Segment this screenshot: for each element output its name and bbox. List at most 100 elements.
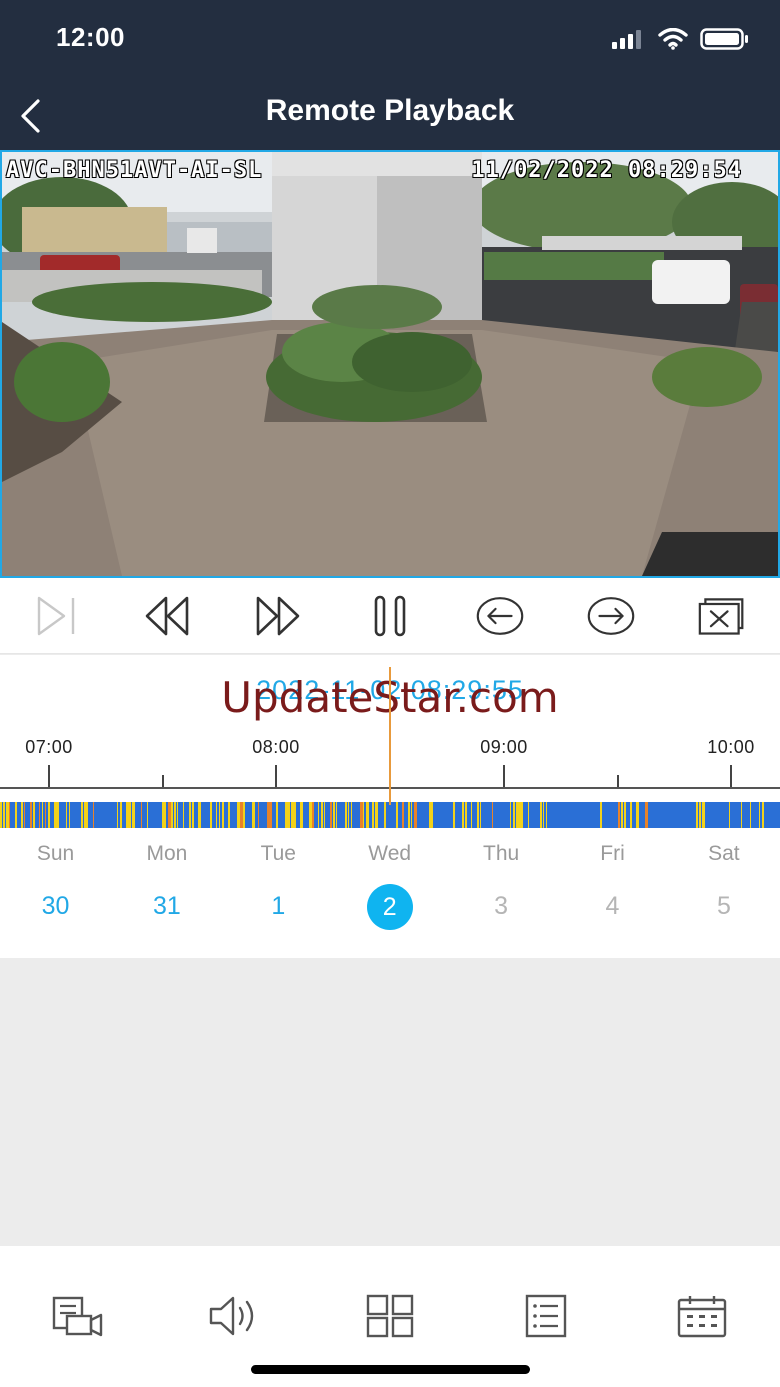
step-forward-icon	[37, 596, 75, 636]
fast-forward-icon	[256, 596, 300, 636]
recording-event-mark	[330, 802, 332, 828]
recording-event-mark	[321, 802, 323, 828]
list-icon	[525, 1294, 567, 1338]
recording-event-mark	[174, 802, 176, 828]
pause-button[interactable]	[366, 592, 414, 640]
video-player[interactable]: AVC-BHN51AVT-AI-SL 11/02/2022 08:29:54	[0, 150, 780, 578]
day-number[interactable]: 4	[557, 892, 668, 921]
playhead[interactable]	[389, 667, 391, 805]
recording-event-mark	[9, 802, 10, 828]
recording-event-mark	[276, 802, 278, 828]
day-name: Thu	[483, 842, 520, 865]
timeline[interactable]: 2022-11-02 08:29:55 UpdateStar.com 07:00…	[0, 655, 780, 845]
recording-event-mark	[432, 802, 433, 828]
recording-event-mark	[237, 802, 240, 828]
recording-event-mark	[345, 802, 347, 828]
minor-tick	[617, 775, 619, 787]
recording-event-mark	[39, 802, 40, 828]
recording-event-mark	[333, 802, 335, 828]
recording-event-mark	[288, 802, 290, 828]
calendar-icon	[677, 1296, 727, 1338]
recording-event-mark	[216, 802, 217, 828]
rewind-button[interactable]	[143, 592, 191, 640]
status-time: 12:00	[56, 22, 125, 52]
recording-event-mark	[198, 802, 201, 828]
recording-event-mark	[519, 802, 522, 828]
recording-event-mark	[699, 802, 701, 828]
previous-button[interactable]	[476, 592, 524, 640]
recording-event-mark	[300, 802, 303, 828]
day-name: Mon	[146, 842, 188, 865]
recording-event-mark	[636, 802, 639, 828]
day-name: Sun	[36, 842, 75, 865]
minor-tick	[162, 775, 164, 787]
recording-event-mark	[183, 802, 184, 828]
recording-event-mark	[87, 802, 88, 828]
next-button[interactable]	[587, 592, 635, 640]
recording-event-mark	[291, 802, 294, 828]
recording-event-mark	[219, 802, 220, 828]
recording-event-mark	[759, 802, 760, 828]
app-header: 12:00 Remote Playback	[0, 0, 780, 150]
recording-event-mark	[471, 802, 472, 828]
recording-event-mark	[312, 802, 314, 828]
day-number[interactable]: 30	[0, 892, 111, 921]
recording-event-mark	[702, 802, 705, 828]
recording-event-mark	[243, 802, 245, 828]
recording-event-mark	[54, 802, 57, 828]
day-number[interactable]: 31	[111, 892, 222, 921]
recording-event-mark	[147, 802, 148, 828]
recording-bar[interactable]	[0, 802, 780, 828]
recording-event-mark	[267, 802, 270, 828]
recording-event-mark	[129, 802, 131, 828]
arrow-right-circle-icon	[587, 597, 635, 635]
recording-event-mark	[516, 802, 519, 828]
day-number-label: 31	[152, 892, 181, 920]
status-icons	[612, 28, 750, 50]
recording-event-mark	[630, 802, 632, 828]
recording-event-mark	[252, 802, 255, 828]
recording-event-mark	[462, 802, 464, 828]
recording-event-mark	[294, 802, 296, 828]
hour-label: 10:00	[707, 737, 755, 757]
hour-label: 09:00	[480, 737, 528, 757]
recording-event-mark	[309, 802, 312, 828]
day-number-label: 2	[366, 884, 413, 930]
grid-icon	[366, 1294, 414, 1338]
recording-event-mark	[270, 802, 272, 828]
recording-event-mark	[384, 802, 386, 828]
recording-event-mark	[3, 802, 5, 828]
calendar-button[interactable]	[674, 1292, 730, 1340]
camera-name-overlay: AVC-BHN51AVT-AI-SL	[6, 158, 263, 183]
day-number[interactable]: 5	[668, 892, 779, 921]
day-number-label: 4	[605, 892, 620, 920]
playback-controls	[0, 578, 780, 654]
recording-event-mark	[453, 802, 455, 828]
grid-button[interactable]	[362, 1292, 418, 1340]
recording-event-mark	[45, 802, 46, 828]
day-number[interactable]: 3	[446, 892, 557, 921]
recording-event-mark	[513, 802, 515, 828]
recording-event-mark	[21, 802, 23, 828]
recording-event-mark	[510, 802, 511, 828]
list-button[interactable]	[518, 1292, 574, 1340]
recording-event-mark	[741, 802, 742, 828]
audio-button[interactable]	[206, 1292, 262, 1340]
next-frame-button[interactable]	[32, 592, 80, 640]
record-button[interactable]	[50, 1292, 106, 1340]
battery-icon	[700, 28, 748, 50]
fast-forward-button[interactable]	[254, 592, 302, 640]
day-number[interactable]: 1	[223, 892, 334, 921]
recording-event-mark	[351, 802, 352, 828]
recording-event-mark	[6, 802, 9, 828]
day-number-label: 1	[271, 892, 286, 920]
remote-playback-screen: 12:00 Remote Playback AVC-BHN51AVT-AI-SL…	[0, 0, 780, 1387]
record-video-icon	[52, 1296, 103, 1337]
arrow-left-circle-icon	[476, 597, 524, 635]
selected-day[interactable]: 2	[334, 884, 445, 930]
recording-event-mark	[228, 802, 230, 828]
recording-event-mark	[168, 802, 171, 828]
recording-event-mark	[645, 802, 648, 828]
close-button[interactable]	[698, 592, 746, 640]
day-name: Sat	[708, 842, 740, 865]
